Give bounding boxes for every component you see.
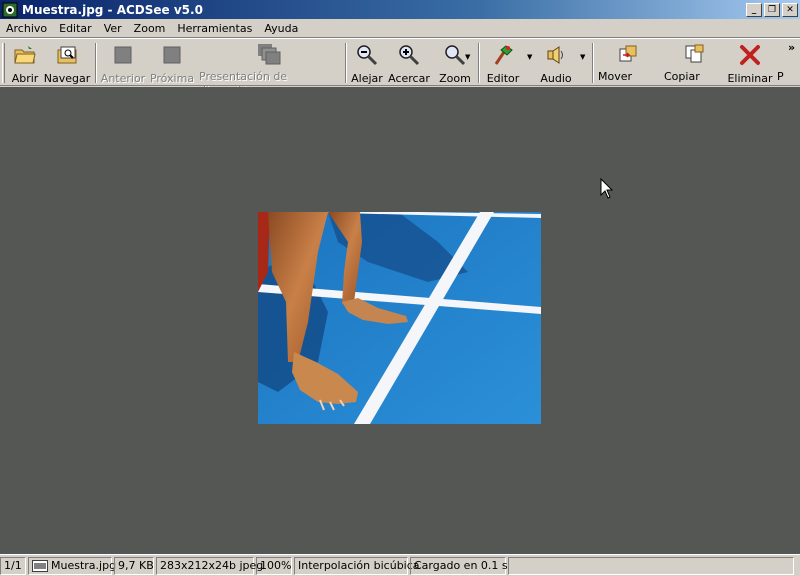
acdsee-app-icon[interactable] [2, 2, 18, 18]
zoom-label: Zoom [439, 72, 471, 85]
zoom-icon [443, 43, 467, 67]
status-file-panel: Muestra.jpg [28, 556, 116, 575]
copy-to-icon [682, 43, 706, 65]
audio-label: Audio [540, 72, 572, 85]
proxima-label: Próxima [149, 72, 195, 85]
image-viewer[interactable] [0, 87, 800, 554]
toolbar: Abrir Navegar Anterior Próxima Presentac… [0, 38, 800, 96]
photo-image [258, 212, 541, 424]
window-title: Muestra.jpg - ACDSee v5.0 [22, 2, 203, 17]
toolbar-separator [592, 43, 594, 83]
alejar-label: Alejar [351, 72, 383, 85]
abrir-button[interactable]: Abrir [10, 41, 40, 85]
mover-button[interactable]: Mover para [598, 41, 658, 96]
previous-icon [111, 43, 135, 67]
slideshow-icon [257, 43, 281, 65]
status-loaded: Cargado en 0.1 s [410, 556, 508, 575]
jpeg-file-icon [32, 559, 48, 572]
restore-icon: ❐ [767, 4, 777, 15]
anterior-label: Anterior [100, 72, 146, 85]
next-icon [160, 43, 184, 67]
zoom-dropdown-arrow-icon[interactable]: ▼ [465, 53, 470, 61]
close-icon: ✕ [786, 4, 794, 15]
copiar-button[interactable]: Copiar para [664, 41, 724, 96]
editor-label: Editor [486, 72, 520, 85]
editor-button[interactable]: Editor [485, 41, 521, 85]
speaker-icon [544, 43, 568, 67]
editor-paint-icon [491, 43, 515, 67]
toolbar-separator [345, 43, 347, 83]
zoom-button[interactable]: Zoom [438, 41, 472, 85]
browse-icon [55, 43, 79, 67]
minimize-button[interactable]: _ [746, 2, 762, 17]
navegar-button[interactable]: Navegar [43, 41, 91, 85]
status-empty-panel [508, 556, 794, 575]
eliminar-label: Eliminar [727, 72, 773, 85]
overflow-button-label[interactable]: P [777, 70, 784, 83]
menu-herramientas[interactable]: Herramientas [171, 19, 258, 38]
proxima-button[interactable]: Próxima [150, 41, 194, 85]
menu-bar: Archivo Editar Ver Zoom Herramientas Ayu… [0, 19, 800, 38]
status-index: 1/1 [0, 556, 26, 575]
presentacion-button[interactable]: Presentación de diapositivas [199, 41, 339, 96]
zoom-out-icon [355, 43, 379, 67]
toolbar-chevron-icon[interactable]: » [788, 41, 795, 54]
status-dimensions: 283x212x24b jpeg [156, 556, 263, 575]
toolbar-separator [95, 43, 97, 83]
status-interpolation: Interpolación bicúbica [294, 556, 420, 575]
restore-button[interactable]: ❐ [764, 2, 780, 17]
abrir-label: Abrir [11, 72, 39, 85]
menu-zoom[interactable]: Zoom [128, 19, 172, 38]
minimize-icon: _ [751, 4, 757, 15]
toolbar-separator [478, 43, 480, 83]
navegar-label: Navegar [43, 72, 91, 85]
status-zoom: 100% [256, 556, 292, 575]
alejar-button[interactable]: Alejar [350, 41, 384, 85]
menu-editar[interactable]: Editar [53, 19, 98, 38]
status-filename: Muestra.jpg [51, 558, 117, 572]
title-bar: Muestra.jpg - ACDSee v5.0 _ ❐ ✕ [0, 0, 800, 19]
menu-archivo[interactable]: Archivo [0, 19, 53, 38]
close-window-button[interactable]: ✕ [782, 2, 798, 17]
anterior-button[interactable]: Anterior [100, 41, 146, 85]
menu-ayuda[interactable]: Ayuda [258, 19, 304, 38]
zoom-in-icon [397, 43, 421, 67]
acercar-label: Acercar [388, 72, 430, 85]
toolbar-grip[interactable] [2, 43, 5, 83]
audio-dropdown-arrow-icon[interactable]: ▼ [580, 53, 585, 61]
audio-button[interactable]: Audio [540, 41, 572, 85]
acercar-button[interactable]: Acercar [388, 41, 430, 85]
move-to-icon [616, 43, 640, 65]
status-bar: 1/1 Muestra.jpg 9,7 KB 283x212x24b jpeg … [0, 554, 800, 576]
delete-x-icon [738, 43, 762, 67]
open-folder-icon [13, 43, 37, 67]
mouse-cursor-icon [600, 178, 614, 199]
runner-hands-photo [258, 212, 541, 424]
eliminar-button[interactable]: Eliminar [727, 41, 773, 85]
editor-dropdown-arrow-icon[interactable]: ▼ [527, 53, 532, 61]
menu-ver[interactable]: Ver [98, 19, 128, 38]
status-size: 9,7 KB [114, 556, 154, 575]
